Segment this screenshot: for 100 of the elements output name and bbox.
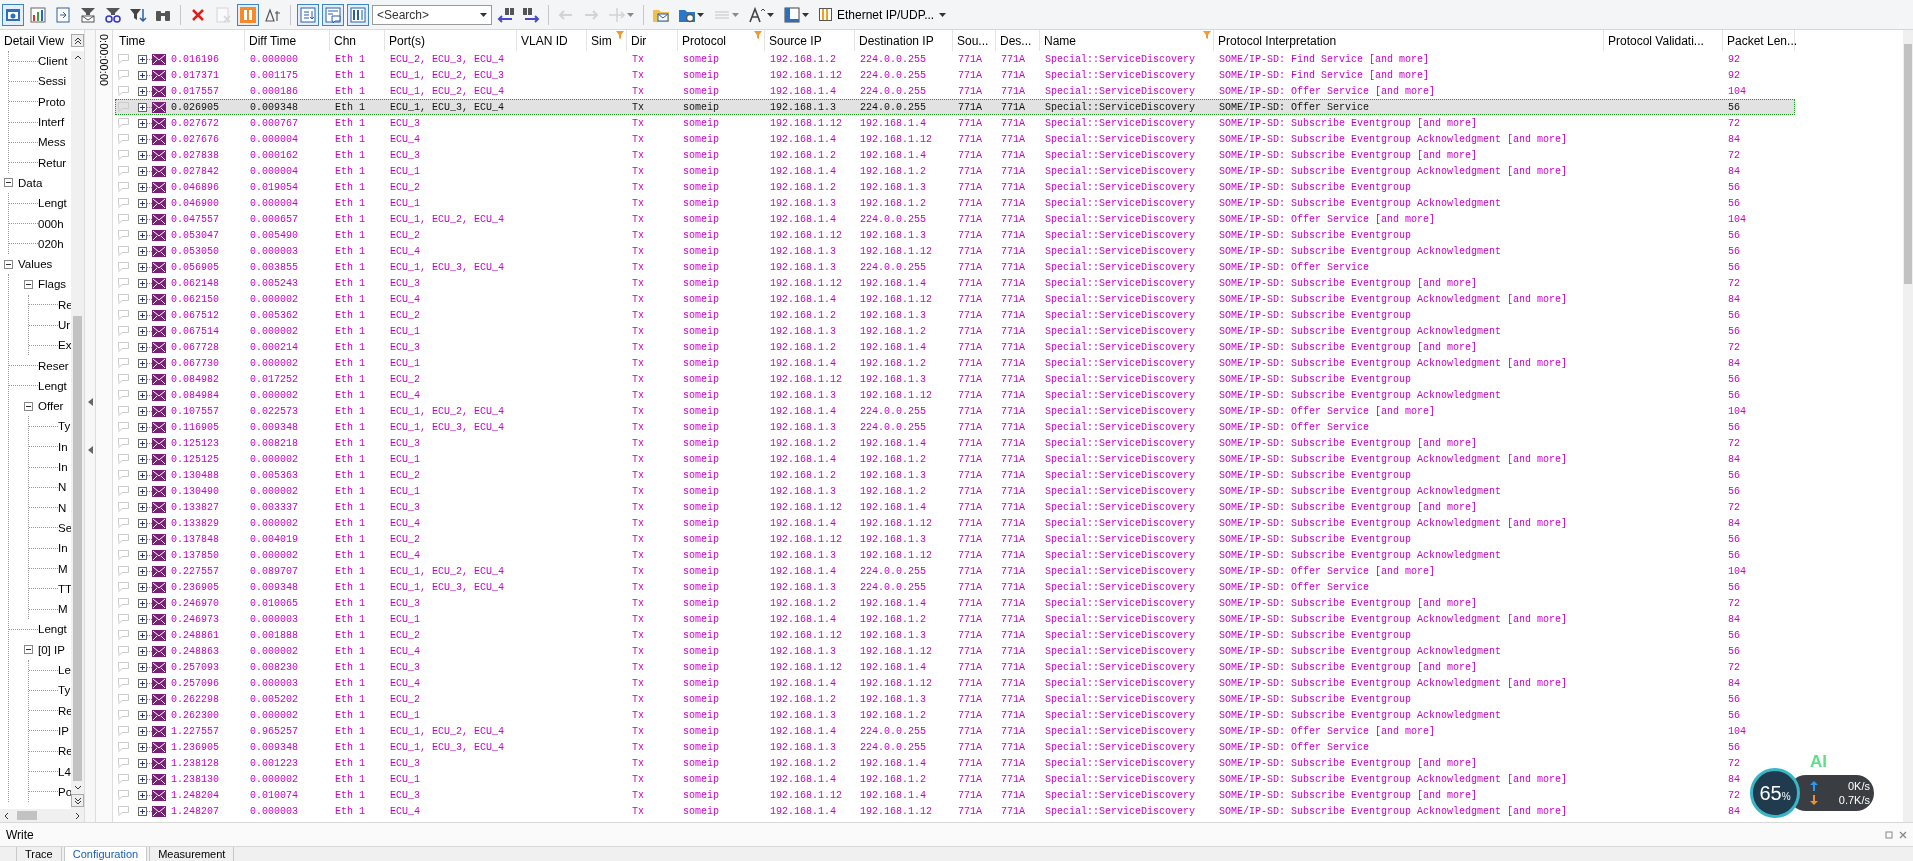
table-cell: ECU_3	[390, 277, 420, 289]
table-cell: 771A	[958, 645, 982, 657]
table-cell: Eth 1	[335, 261, 365, 273]
table-cell: SOME/IP-SD: Subscribe Eventgroup Acknowledgment [and more]	[1219, 165, 1568, 177]
table-cell: 771A	[958, 245, 982, 257]
table-cell: 72	[1728, 149, 1740, 161]
table-cell: 192.168.1.3	[770, 389, 836, 401]
table-cell: Tx	[632, 549, 644, 561]
table-cell: someip	[683, 149, 719, 161]
table-cell: Tx	[632, 277, 644, 289]
table-cell: 192.168.1.4	[770, 613, 836, 625]
table-cell: 72	[1728, 757, 1740, 769]
table-cell: someip	[683, 597, 719, 609]
table-cell: 56	[1728, 421, 1740, 433]
table-cell: 771A	[1001, 549, 1025, 561]
table-cell: Special::ServiceDiscovery	[1045, 357, 1196, 369]
table-cell: 0.000004	[250, 197, 298, 209]
table-cell: someip	[683, 389, 719, 401]
table-cell: someip	[683, 421, 719, 433]
table-cell: someip	[683, 629, 719, 641]
table-cell: 771A	[1001, 309, 1025, 321]
table-cell: 0.010065	[250, 597, 298, 609]
table-cell: Eth 1	[335, 485, 365, 497]
table-cell: 771A	[1001, 437, 1025, 449]
table-cell: someip	[683, 373, 719, 385]
table-cell: 224.0.0.255	[860, 69, 926, 81]
table-cell: 192.168.1.4	[860, 661, 926, 673]
table-cell: SOME/IP-SD: Subscribe Eventgroup [and more]	[1219, 117, 1478, 129]
table-cell: 0.005202	[250, 693, 298, 705]
table-cell: 56	[1728, 485, 1740, 497]
table-cell: Special::ServiceDiscovery	[1045, 101, 1196, 113]
table-cell: Tx	[632, 149, 644, 161]
table-cell: Tx	[632, 613, 644, 625]
table-cell: SOME/IP-SD: Subscribe Eventgroup Acknowledgment [and more]	[1219, 517, 1568, 529]
table-cell: 0.125125	[171, 453, 219, 465]
table-cell: Eth 1	[335, 773, 365, 785]
table-cell: 192.168.1.2	[770, 693, 836, 705]
table-cell: ECU_1	[390, 709, 420, 721]
table-cell: 56	[1728, 469, 1740, 481]
table-cell: 192.168.1.3	[770, 485, 836, 497]
table-cell: Eth 1	[335, 757, 365, 769]
table-cell: 771A	[1001, 69, 1025, 81]
table-cell: 771A	[1001, 693, 1025, 705]
table-cell: Special::ServiceDiscovery	[1045, 53, 1196, 65]
table-cell: Special::ServiceDiscovery	[1045, 373, 1196, 385]
table-cell: 771A	[958, 53, 982, 65]
table-cell: 192.168.1.4	[770, 453, 836, 465]
table-cell: 56	[1728, 101, 1740, 113]
table-cell: 224.0.0.255	[860, 565, 926, 577]
table-cell: 771A	[958, 421, 982, 433]
table-cell: 771A	[1001, 469, 1025, 481]
table-cell: 192.168.1.2	[770, 341, 836, 353]
table-cell: 192.168.1.2	[860, 357, 926, 369]
table-cell: 192.168.1.4	[770, 677, 836, 689]
table-cell: 192.168.1.12	[770, 373, 842, 385]
table-cell: Special::ServiceDiscovery	[1045, 677, 1196, 689]
table-cell: SOME/IP-SD: Subscribe Eventgroup Acknowledgment	[1219, 645, 1502, 657]
table-cell: Tx	[632, 213, 644, 225]
table-cell: SOME/IP-SD: Subscribe Eventgroup	[1219, 629, 1412, 641]
table-cell: Special::ServiceDiscovery	[1045, 613, 1196, 625]
table-cell: 192.168.1.3	[860, 181, 926, 193]
table-cell: SOME/IP-SD: Subscribe Eventgroup Acknowledgment [and more]	[1219, 293, 1568, 305]
table-cell: 56	[1728, 709, 1740, 721]
table-cell: 771A	[1001, 405, 1025, 417]
table-cell: 771A	[1001, 677, 1025, 689]
table-cell: 56	[1728, 389, 1740, 401]
table-cell: Eth 1	[335, 629, 365, 641]
table-cell: 771A	[1001, 805, 1025, 817]
table-cell: Eth 1	[335, 581, 365, 593]
table-cell: 771A	[1001, 229, 1025, 241]
table-cell: SOME/IP-SD: Subscribe Eventgroup [and more]	[1219, 149, 1478, 161]
table-cell: SOME/IP-SD: Subscribe Eventgroup [and more]	[1219, 757, 1478, 769]
table-cell: Eth 1	[335, 549, 365, 561]
table-cell: 771A	[958, 293, 982, 305]
table-cell: SOME/IP-SD: Subscribe Eventgroup Acknowledgment [and more]	[1219, 613, 1568, 625]
table-cell: SOME/IP-SD: Subscribe Eventgroup Acknowledgment	[1219, 197, 1502, 209]
table-cell: someip	[683, 645, 719, 657]
table-cell: 192.168.1.12	[860, 245, 932, 257]
table-cell: Special::ServiceDiscovery	[1045, 661, 1196, 673]
table-cell: 224.0.0.255	[860, 85, 926, 97]
table-cell: 771A	[1001, 181, 1025, 193]
table-cell: 192.168.1.4	[860, 501, 926, 513]
table-cell: 192.168.1.3	[770, 325, 836, 337]
table-cell: 771A	[1001, 85, 1025, 97]
usage-unit: %	[1781, 790, 1791, 802]
table-cell: Special::ServiceDiscovery	[1045, 773, 1196, 785]
table-cell: Special::ServiceDiscovery	[1045, 293, 1196, 305]
table-cell: SOME/IP-SD: Subscribe Eventgroup [and more]	[1219, 501, 1478, 513]
table-cell: 192.168.1.4	[860, 597, 926, 609]
table-cell: Eth 1	[335, 661, 365, 673]
table-cell: 771A	[1001, 293, 1025, 305]
table-cell: Eth 1	[335, 309, 365, 321]
table-cell: Special::ServiceDiscovery	[1045, 597, 1196, 609]
table-cell: 192.168.1.4	[860, 437, 926, 449]
table-cell: 84	[1728, 357, 1740, 369]
table-cell: ECU_1, ECU_3, ECU_4	[390, 581, 505, 593]
table-cell: someip	[683, 613, 719, 625]
table-cell: 192.168.1.3	[860, 469, 926, 481]
table-cell: Tx	[632, 629, 644, 641]
table-cell: 0.022573	[250, 405, 298, 417]
